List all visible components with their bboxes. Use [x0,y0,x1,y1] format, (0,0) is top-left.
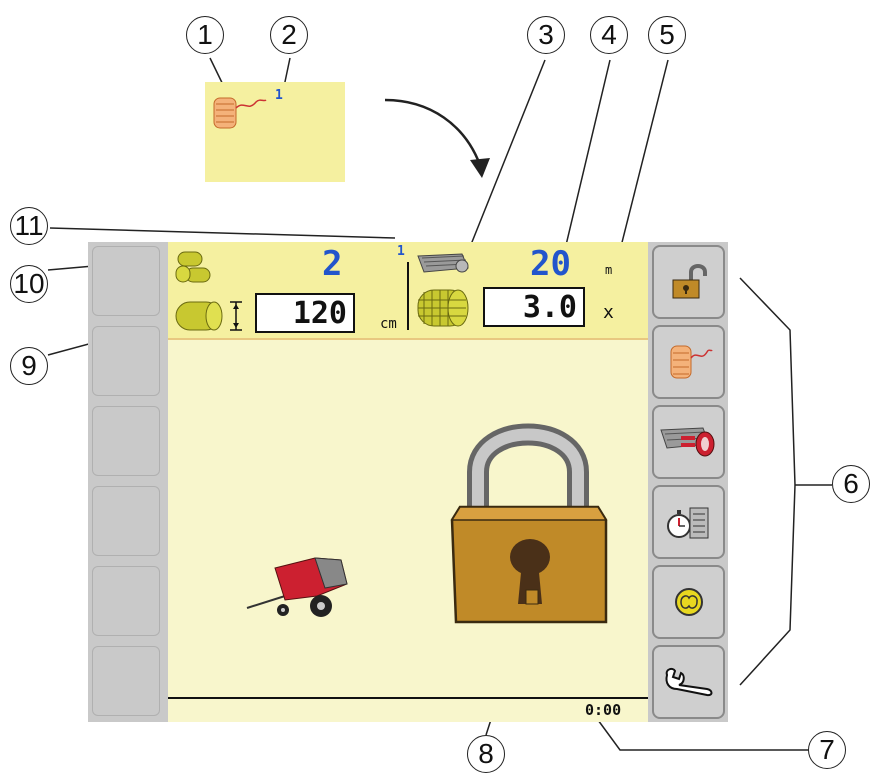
wrench-icon [665,667,712,697]
status-line [168,697,648,699]
bale-length-field[interactable]: 120 [255,293,355,333]
callout-4: 4 [590,16,628,54]
net-length-unit: m [605,263,613,277]
left-softkey-3[interactable] [92,406,160,476]
twine-badge: 1 [275,88,283,103]
left-softkey-5[interactable] [92,566,160,636]
bale-stack-icon [175,251,211,283]
callout-5: 5 [648,16,686,54]
callout-9: 9 [10,347,48,385]
elapsed-time: 0:00 [585,701,622,719]
twine-preview-box: 1 [205,82,345,182]
settings-softkey[interactable] [652,645,725,719]
unlock-softkey[interactable] [652,245,725,319]
timer-list-softkey[interactable] [652,485,725,559]
twine-icon [670,345,713,379]
callout-3: 3 [527,16,565,54]
wrap-badge: 1 [397,244,405,259]
net-roll-icon [417,253,469,273]
reset-net-counter-icon [659,427,714,457]
baler-icon [246,557,348,617]
left-softkey-2[interactable] [92,326,160,396]
bale-length-icon [175,301,242,331]
callout-7: 7 [808,731,846,769]
sensor-softkey[interactable] [652,565,725,639]
callout-10: 10 [10,265,48,303]
callout-11: 11 [10,207,48,245]
bale-length-unit: cm [380,316,397,332]
sensor-icon [674,588,703,616]
net-layers-unit: x [603,302,614,323]
timer-list-icon [666,507,708,539]
net-layers-field[interactable]: 3.0 [483,287,585,327]
twine-icon [213,97,267,129]
callout-2: 2 [270,16,308,54]
left-softkey-6[interactable] [92,646,160,716]
bale-count: 2 [322,244,343,284]
twine-softkey[interactable] [652,325,725,399]
header-divider [407,262,409,330]
unlock-icon [672,264,707,299]
left-softkey-4[interactable] [92,486,160,556]
lock-icon [450,423,608,624]
net-length: 20 [530,244,571,284]
reset-net-counter-softkey[interactable] [652,405,725,479]
net-wrapped-bale-icon [417,289,469,327]
callout-8: 8 [467,735,505,773]
callout-1: 1 [186,16,224,54]
left-softkey-1[interactable] [92,246,160,316]
callout-6: 6 [832,465,870,503]
